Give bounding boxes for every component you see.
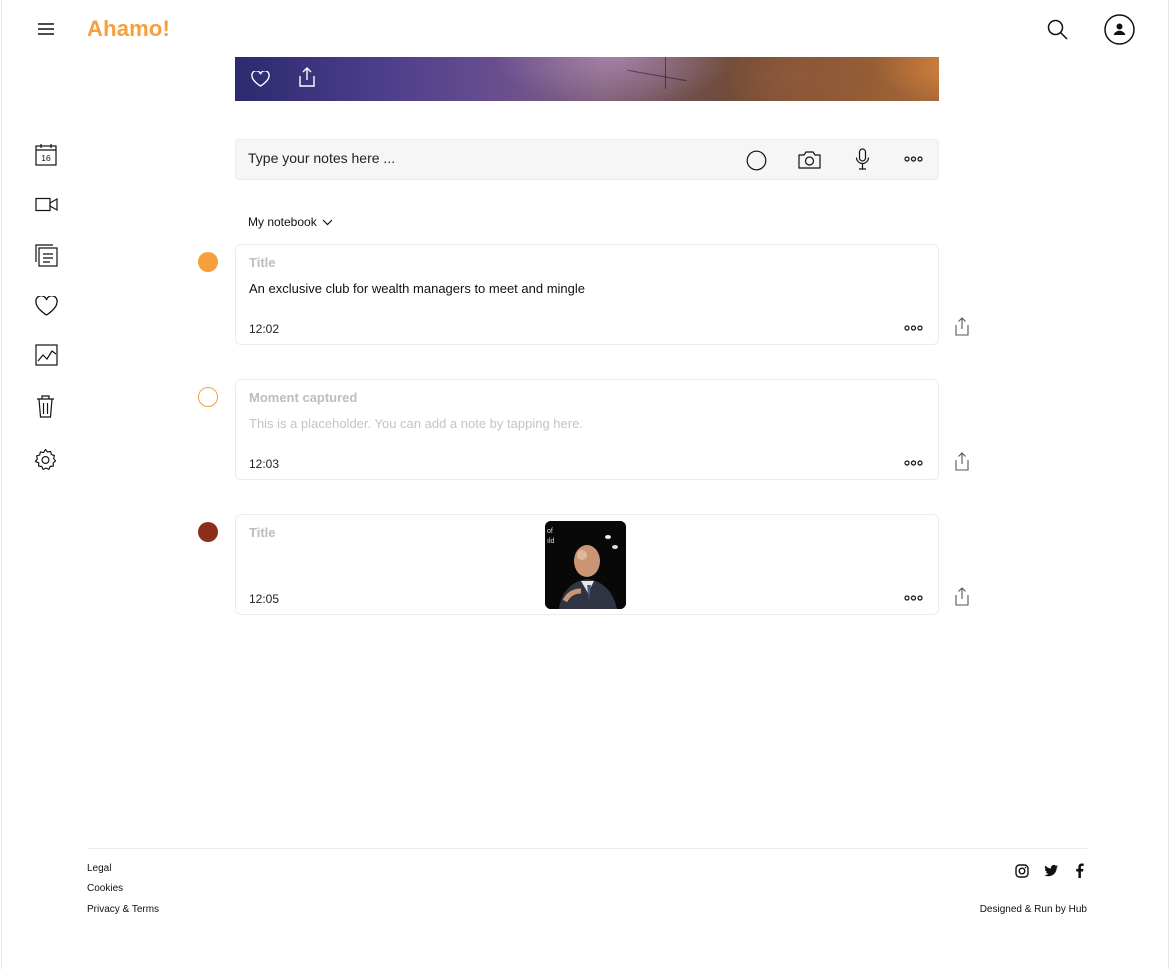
hero-share-icon[interactable] <box>299 67 315 87</box>
svg-text:of: of <box>547 528 553 535</box>
notebook-selector[interactable]: My notebook <box>248 215 333 229</box>
calendar-icon[interactable]: 16 <box>35 144 57 166</box>
chart-icon[interactable] <box>35 344 58 366</box>
svg-text:ıld: ıld <box>547 538 555 545</box>
notes-icon[interactable] <box>35 244 58 267</box>
note-photo-thumbnail[interactable]: of ıld <box>545 521 626 609</box>
user-avatar-icon[interactable] <box>1104 14 1135 45</box>
trash-icon[interactable] <box>36 395 55 418</box>
more-icon[interactable] <box>904 325 923 331</box>
notebook-label: My notebook <box>248 215 317 229</box>
footer-link-cookies[interactable]: Cookies <box>87 883 123 894</box>
brand-logo[interactable]: Ahamo! <box>87 16 170 42</box>
note-status-dot[interactable] <box>198 387 218 407</box>
note-time: 12:02 <box>249 322 280 336</box>
note-card[interactable]: Moment captured This is a placeholder. Y… <box>235 379 939 480</box>
share-icon[interactable] <box>955 317 971 337</box>
video-camera-icon[interactable] <box>35 197 58 212</box>
more-icon[interactable] <box>904 156 923 162</box>
notes-input[interactable] <box>248 150 708 166</box>
facebook-icon[interactable] <box>1075 863 1084 878</box>
microphone-icon[interactable] <box>855 148 870 171</box>
hamburger-menu-icon[interactable] <box>38 23 54 35</box>
share-icon[interactable] <box>955 452 971 472</box>
hero-image <box>235 57 939 101</box>
note-status-dot[interactable] <box>198 522 218 542</box>
note-title: Moment captured <box>249 390 358 405</box>
settings-gear-icon[interactable] <box>34 448 57 471</box>
camera-icon[interactable] <box>798 150 821 169</box>
note-body: An exclusive club for wealth managers to… <box>249 281 586 296</box>
note-body-placeholder[interactable]: This is a placeholder. You can add a not… <box>249 416 583 431</box>
footer-divider <box>87 848 1087 849</box>
instagram-icon[interactable] <box>1015 864 1029 878</box>
note-time: 12:03 <box>249 457 280 471</box>
footer-credit: Designed & Run by Hub <box>979 904 1087 915</box>
notes-composer <box>235 139 939 180</box>
hero-heart-icon[interactable] <box>251 71 270 87</box>
chevron-down-icon <box>322 219 333 226</box>
note-card[interactable]: Title An exclusive club for wealth manag… <box>235 244 939 345</box>
more-icon[interactable] <box>904 460 923 466</box>
twitter-icon[interactable] <box>1044 865 1059 877</box>
heart-icon[interactable] <box>35 296 58 316</box>
search-icon[interactable] <box>1047 19 1068 40</box>
footer-link-privacy-terms[interactable]: Privacy & Terms <box>87 904 159 915</box>
footer-link-legal[interactable]: Legal <box>87 863 111 874</box>
note-title: Title <box>249 255 276 270</box>
circle-icon[interactable] <box>746 150 767 171</box>
note-card[interactable]: Title of ıld 12:05 <box>235 514 939 615</box>
share-icon[interactable] <box>955 587 971 607</box>
svg-text:16: 16 <box>41 153 51 163</box>
note-time: 12:05 <box>249 592 280 606</box>
more-icon[interactable] <box>904 595 923 601</box>
note-status-dot[interactable] <box>198 252 218 272</box>
note-title: Title <box>249 525 276 540</box>
